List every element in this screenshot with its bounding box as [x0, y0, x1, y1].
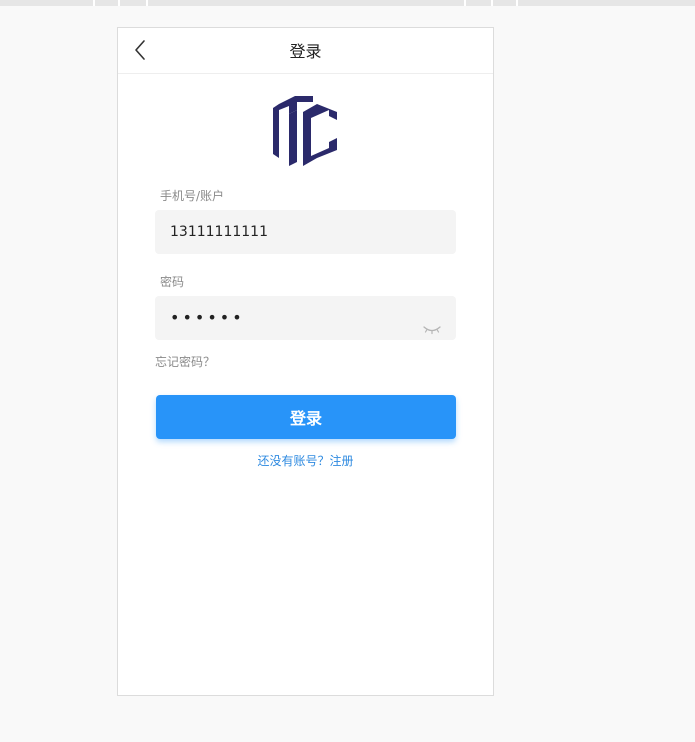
tab-separator	[516, 0, 518, 6]
forgot-password-link[interactable]: 忘记密码？	[155, 353, 215, 370]
app-logo	[273, 96, 339, 166]
password-input[interactable]: ••••••	[155, 296, 456, 340]
account-input[interactable]: 13111111111	[155, 210, 456, 254]
login-button[interactable]: 登录	[156, 395, 456, 439]
mc-logo-icon	[273, 96, 337, 166]
password-label: 密码	[160, 275, 185, 289]
password-value: ••••••	[170, 308, 245, 327]
toggle-password-visibility[interactable]	[422, 311, 442, 335]
eye-closed-icon	[423, 326, 441, 335]
tab-separator	[118, 0, 120, 6]
tab-separator	[146, 0, 148, 6]
tab-separator	[93, 0, 95, 6]
navigation-bar: 登录	[118, 28, 493, 74]
tab-separator	[491, 0, 493, 6]
account-label: 手机号/账户	[160, 189, 225, 203]
tab-separator	[464, 0, 466, 6]
login-screen: 登录 手机号/账户 13111111111 密码 •••••• 忘记密码？ 登录…	[117, 27, 494, 696]
browser-top-strip	[0, 0, 695, 6]
register-link[interactable]: 还没有账号？注册	[118, 452, 493, 469]
page-title: 登录	[289, 42, 322, 61]
account-value: 13111111111	[170, 224, 268, 240]
